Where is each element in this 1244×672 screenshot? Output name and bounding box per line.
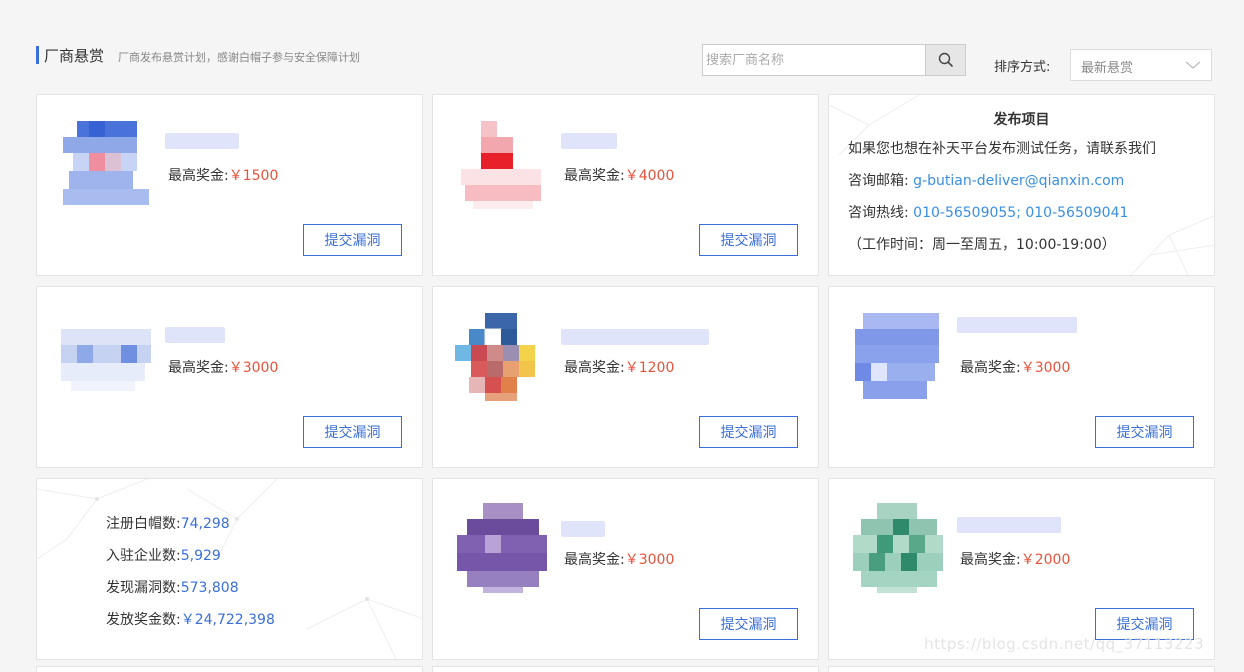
search-box [702, 44, 966, 76]
reward-amount: ￥1500 [228, 168, 279, 184]
max-reward: 最高奖金:￥3000 [960, 360, 1071, 376]
vendor-name-redacted [957, 317, 1077, 333]
watermark: https://blog.csdn.net/qq_37113223 [924, 635, 1204, 653]
vendor-name-redacted [957, 517, 1061, 533]
working-hours: （工作时间：周一至周五，10:00-19:00） [848, 237, 1116, 253]
vendor-name-redacted [561, 521, 605, 537]
vendor-name-redacted [165, 133, 239, 149]
sort-select[interactable]: 最新悬赏 [1070, 49, 1212, 81]
vendor-name-redacted [165, 327, 225, 343]
submit-vulnerability-button[interactable]: 提交漏洞 [699, 224, 798, 256]
submit-vulnerability-button[interactable]: 提交漏洞 [699, 416, 798, 448]
network-decoration [37, 479, 422, 659]
vendor-logo [63, 121, 149, 205]
next-row-card [36, 666, 423, 672]
stat-vulnerabilities-found: 发现漏洞数:573,808 [106, 580, 239, 596]
max-reward: 最高奖金:￥1200 [564, 360, 675, 376]
reward-amount: ￥4000 [624, 168, 675, 184]
vendor-card: 最高奖金:￥4000 提交漏洞 [432, 94, 819, 276]
max-reward: 最高奖金:￥2000 [960, 552, 1071, 568]
sort-label: 排序方式: [994, 60, 1051, 75]
reward-amount: ￥3000 [228, 360, 279, 376]
stat-rewards-paid: 发放奖金数:￥24,722,398 [106, 612, 275, 628]
reward-amount: ￥3000 [1020, 360, 1071, 376]
reward-amount: ￥3000 [624, 552, 675, 568]
contact-email: 咨询邮箱: g-butian-deliver@qianxin.com [848, 173, 1125, 189]
phone-numbers: 010-56509055; 010-56509041 [913, 205, 1129, 221]
submit-vulnerability-button[interactable]: 提交漏洞 [303, 416, 402, 448]
platform-stats-card: 注册白帽数:74,298 入驻企业数:5,929 发现漏洞数:573,808 发… [36, 478, 423, 660]
max-reward: 最高奖金:￥3000 [564, 552, 675, 568]
page-header: 厂商悬赏 厂商发布悬赏计划，感谢白帽子参与安全保障计划 排序方式: 最新悬赏 [36, 44, 1212, 84]
next-row-card [828, 666, 1215, 672]
vendor-card: 最高奖金:￥3000 提交漏洞 [432, 478, 819, 660]
vendor-logo [855, 313, 939, 399]
contact-phone: 咨询热线: 010-56509055; 010-56509041 [848, 205, 1129, 221]
title-accent-bar [36, 46, 39, 64]
page-subtitle: 厂商发布悬赏计划，感谢白帽子参与安全保障计划 [118, 51, 360, 64]
search-icon [938, 52, 953, 67]
vendor-logo [61, 329, 151, 391]
vendor-card: 最高奖金:￥2000 提交漏洞 https://blog.csdn.net/qq… [828, 478, 1215, 660]
vendor-logo [457, 503, 547, 593]
vendor-card: 最高奖金:￥3000 提交漏洞 [36, 286, 423, 468]
submit-vulnerability-button[interactable]: 提交漏洞 [699, 608, 798, 640]
max-reward: 最高奖金:￥1500 [168, 168, 279, 184]
search-button[interactable] [925, 45, 965, 75]
submit-vulnerability-button[interactable]: 提交漏洞 [1095, 416, 1194, 448]
stat-registered-whitehats: 注册白帽数:74,298 [106, 516, 230, 532]
vendor-logo [853, 503, 943, 593]
vendor-logo [455, 313, 535, 401]
sort-selected-value: 最新悬赏 [1081, 61, 1134, 76]
chevron-down-icon [1185, 61, 1201, 69]
email-link[interactable]: g-butian-deliver@qianxin.com [913, 173, 1124, 189]
page-title: 厂商悬赏 [44, 47, 105, 65]
vendor-name-redacted [561, 133, 617, 149]
vendor-logo [461, 121, 541, 209]
publish-title: 发布项目 [993, 112, 1050, 128]
search-input[interactable] [703, 45, 925, 75]
publish-description: 如果您也想在补天平台发布测试任务，请联系我们 [848, 141, 1156, 157]
reward-amount: ￥2000 [1020, 552, 1071, 568]
reward-amount: ￥1200 [624, 360, 675, 376]
max-reward: 最高奖金:￥4000 [564, 168, 675, 184]
vendor-card: 最高奖金:￥1500 提交漏洞 [36, 94, 423, 276]
vendor-card: 最高奖金:￥1200 提交漏洞 [432, 286, 819, 468]
submit-vulnerability-button[interactable]: 提交漏洞 [303, 224, 402, 256]
next-row-card [432, 666, 819, 672]
max-reward: 最高奖金:￥3000 [168, 360, 279, 376]
stat-enterprises: 入驻企业数:5,929 [106, 548, 221, 564]
vendor-card: 最高奖金:￥3000 提交漏洞 [828, 286, 1215, 468]
vendor-name-redacted [561, 329, 709, 345]
publish-project-card: 发布项目 如果您也想在补天平台发布测试任务，请联系我们 咨询邮箱: g-buti… [828, 94, 1215, 276]
